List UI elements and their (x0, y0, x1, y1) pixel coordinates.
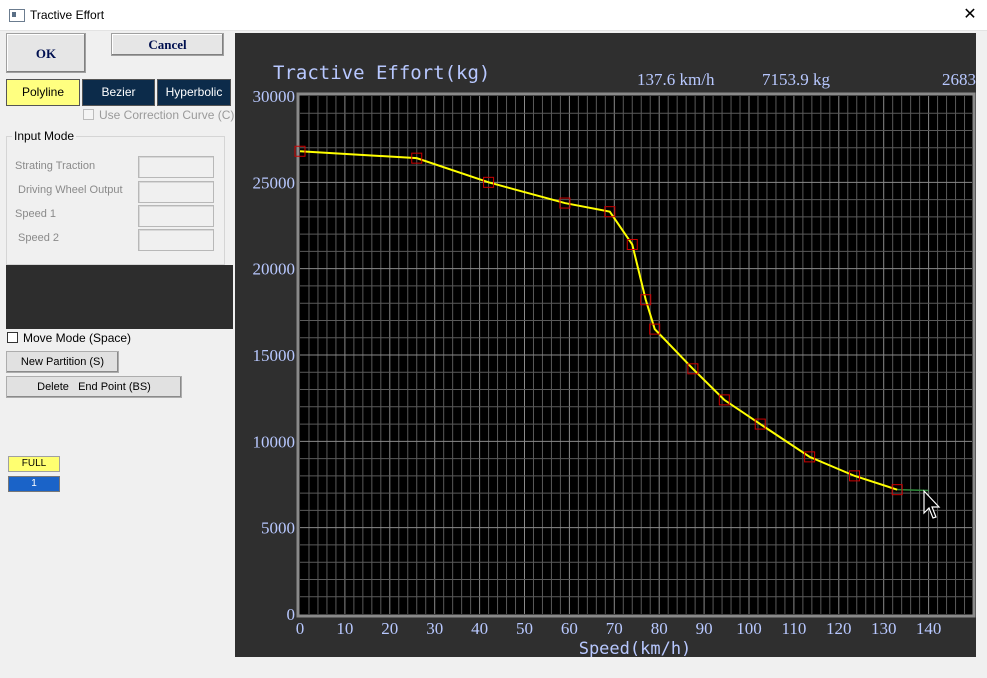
use-correction-curve-label: Use Correction Curve (C) (99, 108, 235, 122)
bezier-mode-button[interactable]: Bezier (82, 79, 155, 106)
driving-wheel-output-input[interactable] (138, 181, 214, 203)
y-tick-label: 20000 (253, 260, 296, 279)
ok-button[interactable]: OK (6, 33, 86, 73)
input-mode-title: Input Mode (12, 129, 77, 143)
x-tick-label: 40 (471, 619, 488, 638)
full-status-badge: FULL (8, 456, 60, 472)
driving-wheel-output-label: Driving Wheel Output (18, 184, 123, 196)
y-tick-label: 25000 (253, 173, 296, 192)
preview-panel (6, 265, 233, 329)
x-tick-label: 120 (826, 619, 852, 638)
x-tick-label: 140 (916, 619, 942, 638)
title-bar: Tractive Effort ✕ (0, 0, 987, 31)
new-partition-button[interactable]: New Partition (S) (6, 351, 119, 373)
cancel-button[interactable]: Cancel (111, 33, 224, 56)
index-status-badge: 1 (8, 476, 60, 492)
speed-2-label: Speed 2 (18, 232, 59, 244)
speed-1-input[interactable] (138, 205, 214, 227)
x-tick-label: 30 (426, 619, 443, 638)
strating-traction-label: Strating Traction (15, 160, 96, 172)
x-tick-label: 130 (871, 619, 897, 638)
move-mode-checkbox[interactable] (7, 332, 18, 343)
force-readout: 7153.9 kg (762, 70, 831, 89)
y-tick-label: 0 (287, 605, 296, 624)
x-tick-label: 60 (561, 619, 578, 638)
move-mode-label: Move Mode (Space) (23, 331, 132, 345)
strating-traction-input[interactable] (138, 156, 214, 178)
app-window-icon (9, 9, 25, 22)
chart-title: Tractive Effort(kg) (273, 62, 490, 84)
x-tick-label: 0 (296, 619, 305, 638)
delete-end-point-button[interactable]: Delete End Point (BS) (6, 376, 182, 398)
hyperbolic-mode-button[interactable]: Hyperbolic (157, 79, 231, 106)
x-axis-label: Speed(km/h) (579, 639, 692, 657)
x-tick-label: 110 (781, 619, 806, 638)
use-correction-curve-checkbox[interactable] (83, 109, 94, 120)
x-tick-label: 10 (336, 619, 353, 638)
window-title: Tractive Effort (30, 8, 105, 22)
y-tick-label: 15000 (253, 346, 296, 365)
y-tick-label: 10000 (253, 432, 296, 451)
speed-2-input[interactable] (138, 229, 214, 251)
extra-readout: 2683 (942, 70, 976, 89)
y-tick-label: 5000 (261, 519, 295, 538)
speed-1-label: Speed 1 (15, 208, 56, 220)
x-tick-label: 80 (651, 619, 668, 638)
x-tick-label: 100 (736, 619, 762, 638)
x-tick-label: 20 (381, 619, 398, 638)
x-tick-label: 90 (696, 619, 713, 638)
tractive-effort-chart[interactable]: Tractive Effort(kg) 137.6 km/h 7153.9 kg… (235, 33, 977, 657)
x-tick-label: 50 (516, 619, 533, 638)
x-tick-label: 70 (606, 619, 623, 638)
chart-panel[interactable]: Tractive Effort(kg) 137.6 km/h 7153.9 kg… (235, 33, 976, 657)
y-tick-label: 30000 (253, 87, 296, 106)
polyline-mode-button[interactable]: Polyline (6, 79, 80, 106)
close-icon[interactable]: ✕ (953, 0, 987, 30)
speed-readout: 137.6 km/h (637, 70, 715, 89)
